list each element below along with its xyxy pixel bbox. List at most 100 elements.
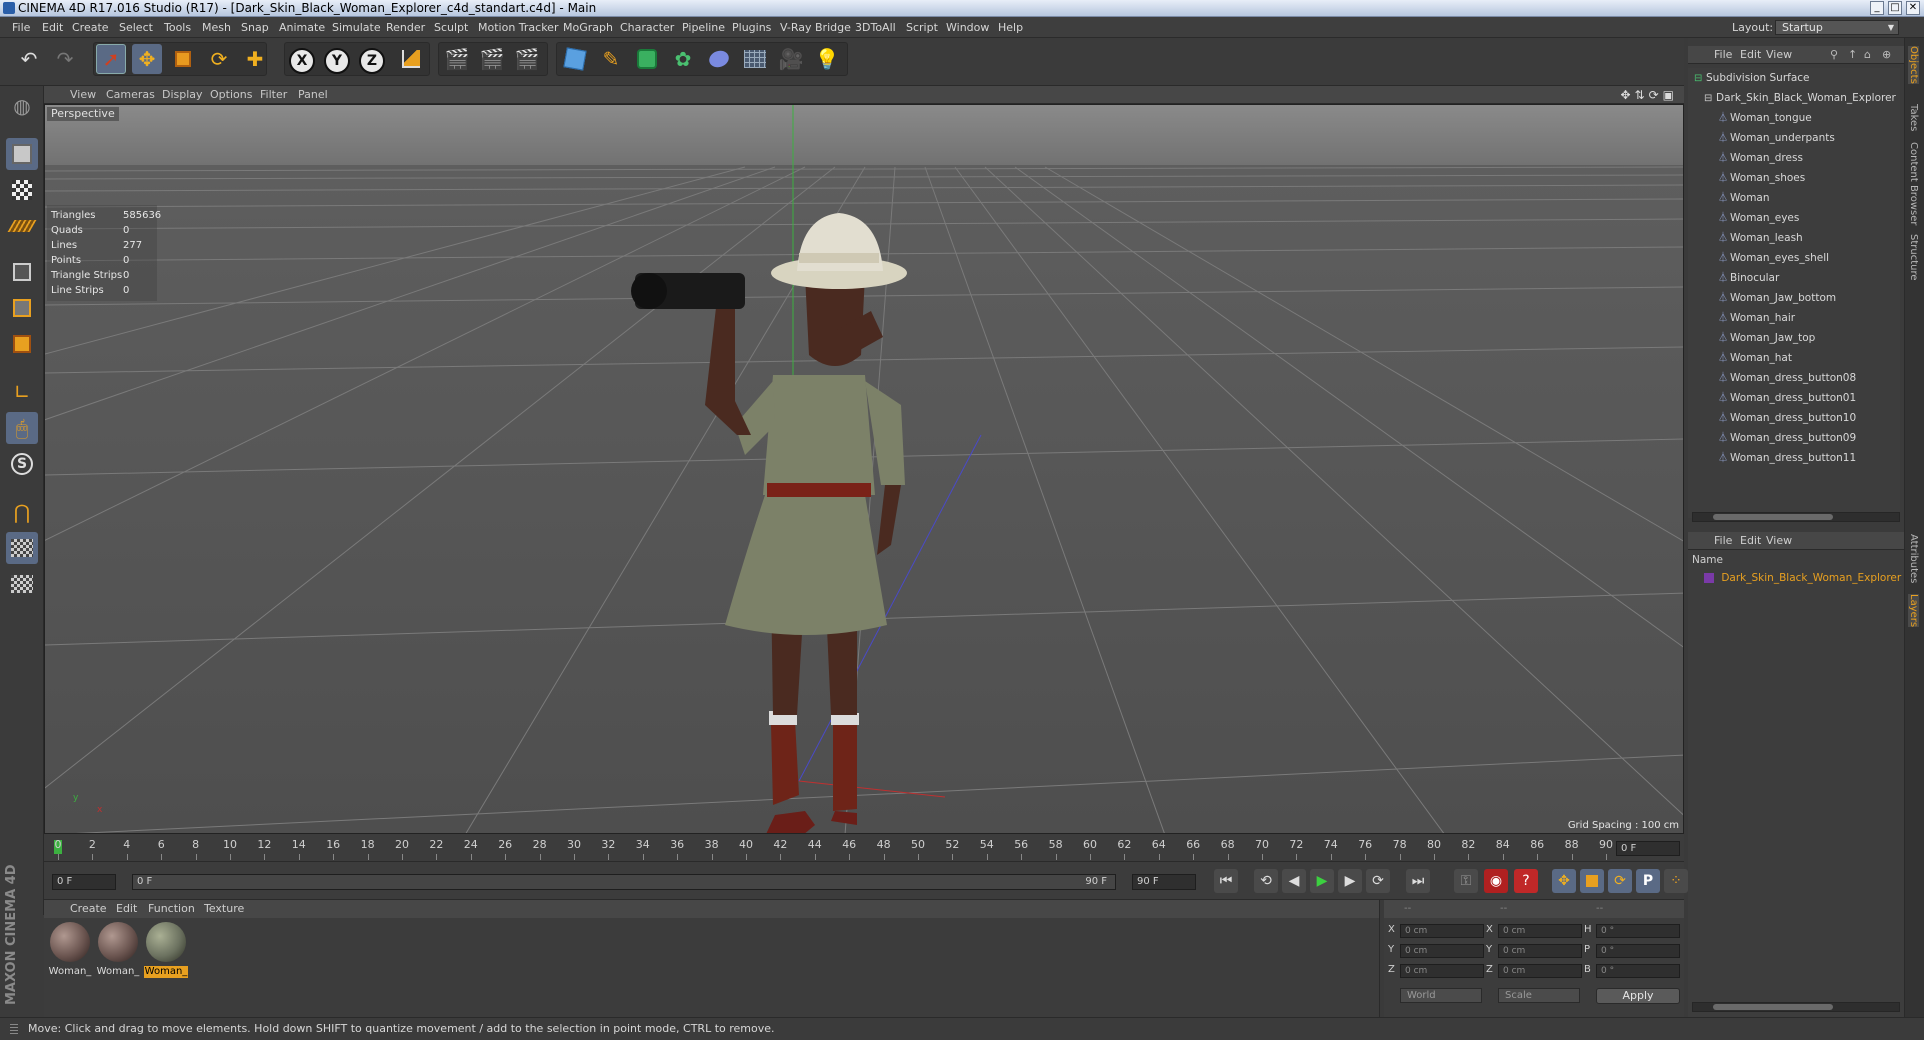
model-mode-button[interactable] xyxy=(6,138,38,170)
home-icon[interactable]: ⌂ xyxy=(1864,46,1871,64)
viewport-menu-filter[interactable]: Filter xyxy=(260,86,287,104)
size-z-field[interactable]: 0 cm xyxy=(1498,964,1582,978)
menu-snap[interactable]: Snap xyxy=(241,17,269,38)
layer-menu-edit[interactable]: Edit xyxy=(1740,532,1761,550)
menu-mograph[interactable]: MoGraph xyxy=(563,17,613,38)
tree-item[interactable]: ⏃ Woman_dress xyxy=(1718,148,1803,168)
tree-item[interactable]: ⏃ Binocular xyxy=(1718,268,1779,288)
viewport-menu-options[interactable]: Options xyxy=(210,86,252,104)
menu-character[interactable]: Character xyxy=(620,17,674,38)
texture-mode-button[interactable] xyxy=(6,174,38,206)
key-scale-button[interactable] xyxy=(1580,869,1604,893)
y-axis-lock-button[interactable]: Y xyxy=(324,48,350,74)
object-menu-view[interactable]: View xyxy=(1766,46,1792,64)
rot-b-field[interactable]: 0 ° xyxy=(1596,964,1680,978)
pos-y-field[interactable]: 0 cm xyxy=(1400,944,1484,958)
tree-item[interactable]: ⏃ Woman_eyes_shell xyxy=(1718,248,1829,268)
z-axis-lock-button[interactable]: Z xyxy=(359,48,385,74)
play-button[interactable]: ▶ xyxy=(1310,869,1334,893)
material-menu-texture[interactable]: Texture xyxy=(204,900,244,918)
go-to-start-button[interactable]: ⏮ xyxy=(1214,869,1238,893)
scale-tool-button[interactable] xyxy=(168,44,198,74)
next-key-button[interactable]: ⟳ xyxy=(1366,869,1390,893)
material-swatch[interactable]: Woman_ xyxy=(96,922,140,982)
magnet-button[interactable]: ⋂ xyxy=(6,496,38,528)
add-spline-button[interactable]: ✎ xyxy=(596,44,626,74)
coordinate-system-button[interactable] xyxy=(396,44,426,74)
menu-motion-tracker[interactable]: Motion Tracker xyxy=(478,17,558,38)
menu-animate[interactable]: Animate xyxy=(279,17,325,38)
tree-item[interactable]: ⏃ Woman_tongue xyxy=(1718,108,1812,128)
add-mograph-button[interactable]: ✿ xyxy=(668,44,698,74)
menu-help[interactable]: Help xyxy=(998,17,1023,38)
pos-z-field[interactable]: 0 cm xyxy=(1400,964,1484,978)
enable-axis-button[interactable]: ∟ xyxy=(6,376,38,408)
scrollbar-thumb[interactable] xyxy=(1713,1004,1833,1010)
size-x-field[interactable]: 0 cm xyxy=(1498,924,1582,938)
maximize-button[interactable]: □ xyxy=(1888,1,1902,15)
object-menu-edit[interactable]: Edit xyxy=(1740,46,1761,64)
tree-item[interactable]: ⏃ Woman_hair xyxy=(1718,308,1795,328)
pos-x-field[interactable]: 0 cm xyxy=(1400,924,1484,938)
make-editable-button[interactable]: ◍ xyxy=(6,90,38,122)
key-rotation-button[interactable]: ⟳ xyxy=(1608,869,1632,893)
tab-attributes[interactable]: Attributes xyxy=(1908,534,1919,583)
menu-vray-bridge[interactable]: V-Ray Bridge xyxy=(780,17,851,38)
scrollbar-thumb[interactable] xyxy=(1713,514,1833,520)
material-swatch[interactable]: Woman_ xyxy=(48,922,92,982)
redo-button[interactable]: ↷ xyxy=(50,44,80,74)
render-view-button[interactable]: 🎬 xyxy=(442,44,472,74)
viewport-menu-cameras[interactable]: Cameras xyxy=(106,86,155,104)
go-to-end-button[interactable]: ⏭ xyxy=(1406,869,1430,893)
menu-pipeline[interactable]: Pipeline xyxy=(682,17,725,38)
tab-takes[interactable]: Takes xyxy=(1908,104,1919,131)
add-cube-button[interactable] xyxy=(560,44,590,74)
layer-horizontal-scrollbar[interactable] xyxy=(1692,1002,1900,1012)
add-camera-button[interactable]: 🎥 xyxy=(776,44,806,74)
undo-button[interactable]: ↶ xyxy=(14,44,44,74)
tree-item[interactable]: ⏃ Woman_underpants xyxy=(1718,128,1835,148)
transform-tool-button[interactable]: ✚ xyxy=(240,44,270,74)
layer-menu-view[interactable]: View xyxy=(1766,532,1792,550)
menu-3dtoall[interactable]: 3DToAll xyxy=(855,17,896,38)
edges-mode-button[interactable] xyxy=(6,292,38,324)
key-position-button[interactable]: ✥ xyxy=(1552,869,1576,893)
current-frame-field[interactable]: 0 F xyxy=(1616,841,1680,856)
points-mode-button[interactable] xyxy=(6,256,38,288)
menu-plugins[interactable]: Plugins xyxy=(732,17,771,38)
material-menu-edit[interactable]: Edit xyxy=(116,900,137,918)
tree-item[interactable]: ⏃ Woman_dress_button10 xyxy=(1718,408,1856,428)
add-floor-button[interactable] xyxy=(740,44,770,74)
tree-item[interactable]: ⏃ Woman_dress_button01 xyxy=(1718,388,1856,408)
tree-item[interactable]: ⏃ Woman_hat xyxy=(1718,348,1792,368)
rot-p-field[interactable]: 0 ° xyxy=(1596,944,1680,958)
previous-frame-button[interactable]: ◀ xyxy=(1282,869,1306,893)
tree-item[interactable]: ⏃ Woman_leash xyxy=(1718,228,1803,248)
polygons-mode-button[interactable] xyxy=(6,328,38,360)
tree-item[interactable]: ⏃ Woman_Jaw_bottom xyxy=(1718,288,1836,308)
add-nurbs-button[interactable] xyxy=(632,44,662,74)
tree-item-group[interactable]: ⊟ Dark_Skin_Black_Woman_Explorer xyxy=(1704,88,1896,108)
minimize-button[interactable]: _ xyxy=(1870,1,1884,15)
tree-item[interactable]: ⏃ Woman_dress_button11 xyxy=(1718,448,1856,468)
rotate-tool-button[interactable]: ⟳ xyxy=(204,44,234,74)
viewport-navigation-icons[interactable]: ✥⇅⟳▣ xyxy=(1620,86,1678,104)
tab-content-browser[interactable]: Content Browser xyxy=(1908,142,1919,225)
viewport-menu-view[interactable]: View xyxy=(70,86,96,104)
rot-h-field[interactable]: 0 ° xyxy=(1596,924,1680,938)
menu-sculpt[interactable]: Sculpt xyxy=(434,17,468,38)
add-light-button[interactable]: 💡 xyxy=(812,44,842,74)
menu-window[interactable]: Window xyxy=(946,17,989,38)
tree-item-subdivision-surface[interactable]: ⊟ Subdivision Surface xyxy=(1694,68,1810,88)
material-menu-create[interactable]: Create xyxy=(70,900,107,918)
frame-range-slider[interactable]: 0 F 90 F xyxy=(132,874,1116,890)
menu-file[interactable]: File xyxy=(12,17,30,38)
tree-item[interactable]: ⏃ Woman_dress_button08 xyxy=(1718,368,1856,388)
x-axis-lock-button[interactable]: X xyxy=(289,48,315,74)
tab-layers[interactable]: Layers xyxy=(1908,594,1919,628)
viewport-menu-display[interactable]: Display xyxy=(162,86,203,104)
menu-edit[interactable]: Edit xyxy=(42,17,63,38)
tree-item[interactable]: ⏃ Woman_eyes xyxy=(1718,208,1799,228)
snap-button[interactable]: S xyxy=(6,448,38,480)
tree-item[interactable]: ⏃ Woman xyxy=(1718,188,1770,208)
